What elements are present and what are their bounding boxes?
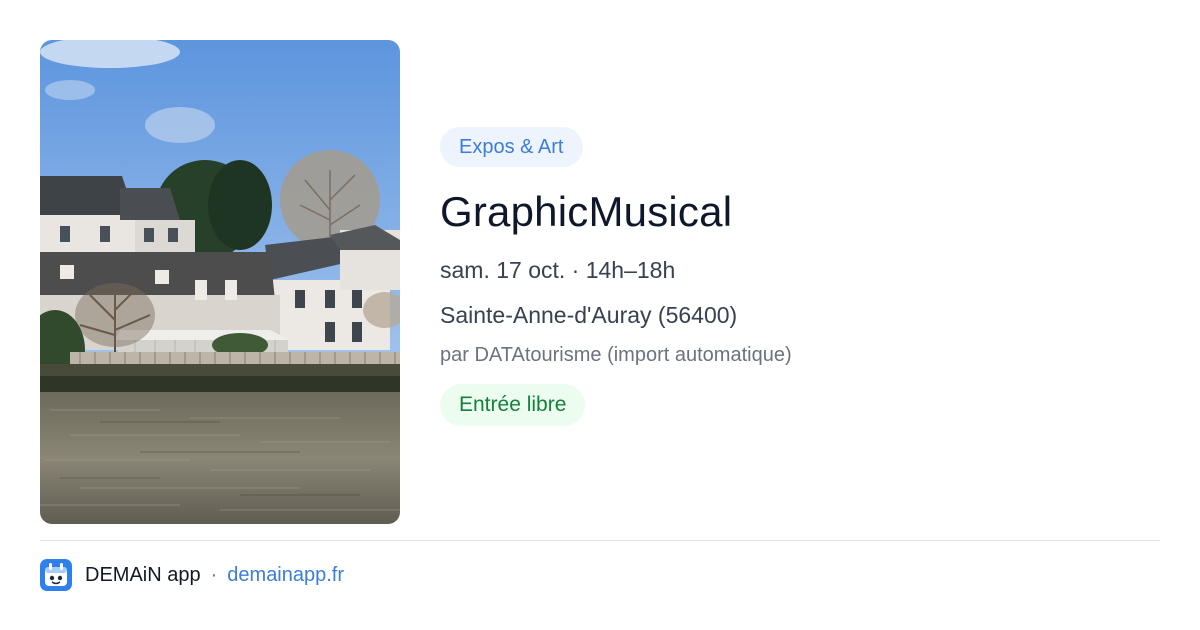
event-photo [40, 40, 400, 524]
price-badge: Entrée libre [440, 384, 586, 426]
event-info: Expos & Art GraphicMusical sam. 17 oct. … [440, 127, 1160, 426]
app-name: DEMAiN app [85, 563, 201, 586]
event-title: GraphicMusical [440, 188, 733, 235]
footer-divider [40, 540, 1160, 541]
event-location: Sainte-Anne-d'Auray (56400) [440, 302, 738, 328]
app-website-link[interactable]: demainapp.fr [227, 564, 344, 587]
app-logo-icon [40, 559, 72, 591]
event-datetime: sam. 17 oct. · 14h–18h [440, 257, 676, 283]
category-badge[interactable]: Expos & Art [440, 127, 583, 167]
footer: DEMAiN app · demainapp.fr [40, 558, 344, 592]
event-source: par DATAtourisme (import automatique) [440, 344, 792, 366]
footer-separator: · [210, 563, 218, 586]
